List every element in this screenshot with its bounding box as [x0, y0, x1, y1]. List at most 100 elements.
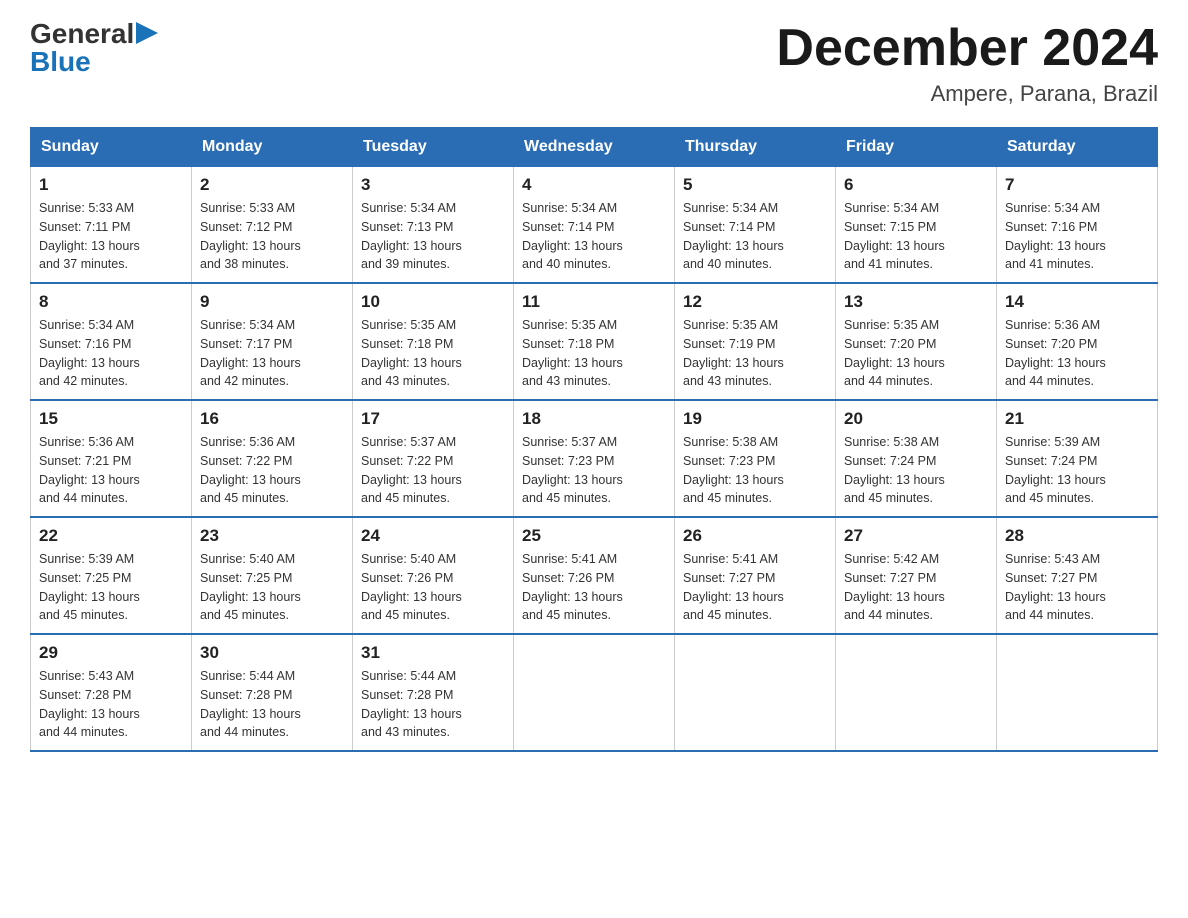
- day-info: Sunrise: 5:41 AMSunset: 7:26 PMDaylight:…: [522, 550, 666, 625]
- day-info: Sunrise: 5:44 AMSunset: 7:28 PMDaylight:…: [200, 667, 344, 742]
- day-cell: 21 Sunrise: 5:39 AMSunset: 7:24 PMDayligh…: [997, 400, 1158, 517]
- day-info: Sunrise: 5:34 AMSunset: 7:14 PMDaylight:…: [683, 199, 827, 274]
- day-cell: 25 Sunrise: 5:41 AMSunset: 7:26 PMDayligh…: [514, 517, 675, 634]
- day-number: 6: [844, 175, 988, 195]
- day-info: Sunrise: 5:40 AMSunset: 7:26 PMDaylight:…: [361, 550, 505, 625]
- week-row-1: 1 Sunrise: 5:33 AMSunset: 7:11 PMDaylight…: [31, 167, 1158, 284]
- day-number: 12: [683, 292, 827, 312]
- day-number: 13: [844, 292, 988, 312]
- day-number: 26: [683, 526, 827, 546]
- day-info: Sunrise: 5:40 AMSunset: 7:25 PMDaylight:…: [200, 550, 344, 625]
- day-number: 20: [844, 409, 988, 429]
- day-cell: 11 Sunrise: 5:35 AMSunset: 7:18 PMDayligh…: [514, 283, 675, 400]
- day-info: Sunrise: 5:33 AMSunset: 7:11 PMDaylight:…: [39, 199, 183, 274]
- day-cell: 30 Sunrise: 5:44 AMSunset: 7:28 PMDayligh…: [192, 634, 353, 751]
- day-cell: 26Sunrise: 5:41 AMSunset: 7:27 PMDayligh…: [675, 517, 836, 634]
- day-cell: 13 Sunrise: 5:35 AMSunset: 7:20 PMDayligh…: [836, 283, 997, 400]
- day-cell: 16Sunrise: 5:36 AMSunset: 7:22 PMDayligh…: [192, 400, 353, 517]
- day-info: Sunrise: 5:34 AMSunset: 7:13 PMDaylight:…: [361, 199, 505, 274]
- day-cell: 10 Sunrise: 5:35 AMSunset: 7:18 PMDayligh…: [353, 283, 514, 400]
- day-number: 11: [522, 292, 666, 312]
- header-sunday: Sunday: [31, 128, 192, 167]
- day-info: Sunrise: 5:38 AMSunset: 7:23 PMDaylight:…: [683, 433, 827, 508]
- day-info: Sunrise: 5:37 AMSunset: 7:22 PMDaylight:…: [361, 433, 505, 508]
- day-number: 30: [200, 643, 344, 663]
- day-cell: 6 Sunrise: 5:34 AMSunset: 7:15 PMDaylight…: [836, 167, 997, 284]
- day-info: Sunrise: 5:36 AMSunset: 7:21 PMDaylight:…: [39, 433, 183, 508]
- day-cell: 29 Sunrise: 5:43 AMSunset: 7:28 PMDayligh…: [31, 634, 192, 751]
- day-number: 31: [361, 643, 505, 663]
- header-wednesday: Wednesday: [514, 128, 675, 167]
- day-number: 21: [1005, 409, 1149, 429]
- day-info: Sunrise: 5:42 AMSunset: 7:27 PMDaylight:…: [844, 550, 988, 625]
- day-info: Sunrise: 5:35 AMSunset: 7:18 PMDaylight:…: [361, 316, 505, 391]
- day-number: 8: [39, 292, 183, 312]
- day-info: Sunrise: 5:43 AMSunset: 7:27 PMDaylight:…: [1005, 550, 1149, 625]
- day-cell: 24 Sunrise: 5:40 AMSunset: 7:26 PMDayligh…: [353, 517, 514, 634]
- day-cell: [675, 634, 836, 751]
- day-cell: 28 Sunrise: 5:43 AMSunset: 7:27 PMDayligh…: [997, 517, 1158, 634]
- day-number: 2: [200, 175, 344, 195]
- header-monday: Monday: [192, 128, 353, 167]
- logo-blue: Blue: [30, 48, 91, 76]
- calendar-subtitle: Ampere, Parana, Brazil: [776, 81, 1158, 107]
- day-number: 15: [39, 409, 183, 429]
- logo-triangle-icon: [136, 22, 158, 44]
- header-friday: Friday: [836, 128, 997, 167]
- day-info: Sunrise: 5:39 AMSunset: 7:24 PMDaylight:…: [1005, 433, 1149, 508]
- day-cell: 31 Sunrise: 5:44 AMSunset: 7:28 PMDayligh…: [353, 634, 514, 751]
- day-cell: 12Sunrise: 5:35 AMSunset: 7:19 PMDayligh…: [675, 283, 836, 400]
- day-info: Sunrise: 5:34 AMSunset: 7:14 PMDaylight:…: [522, 199, 666, 274]
- week-row-3: 15 Sunrise: 5:36 AMSunset: 7:21 PMDayligh…: [31, 400, 1158, 517]
- day-info: Sunrise: 5:34 AMSunset: 7:16 PMDaylight:…: [39, 316, 183, 391]
- day-cell: [514, 634, 675, 751]
- day-number: 24: [361, 526, 505, 546]
- day-cell: 8 Sunrise: 5:34 AMSunset: 7:16 PMDaylight…: [31, 283, 192, 400]
- day-cell: 27 Sunrise: 5:42 AMSunset: 7:27 PMDayligh…: [836, 517, 997, 634]
- day-info: Sunrise: 5:34 AMSunset: 7:15 PMDaylight:…: [844, 199, 988, 274]
- day-info: Sunrise: 5:35 AMSunset: 7:20 PMDaylight:…: [844, 316, 988, 391]
- day-number: 1: [39, 175, 183, 195]
- day-info: Sunrise: 5:36 AMSunset: 7:20 PMDaylight:…: [1005, 316, 1149, 391]
- day-cell: [997, 634, 1158, 751]
- header-saturday: Saturday: [997, 128, 1158, 167]
- calendar-title: December 2024: [776, 20, 1158, 77]
- day-cell: 15 Sunrise: 5:36 AMSunset: 7:21 PMDayligh…: [31, 400, 192, 517]
- day-number: 9: [200, 292, 344, 312]
- day-number: 14: [1005, 292, 1149, 312]
- logo: General Blue: [30, 20, 158, 76]
- day-cell: 14 Sunrise: 5:36 AMSunset: 7:20 PMDayligh…: [997, 283, 1158, 400]
- day-cell: [836, 634, 997, 751]
- day-info: Sunrise: 5:34 AMSunset: 7:17 PMDaylight:…: [200, 316, 344, 391]
- day-cell: 9 Sunrise: 5:34 AMSunset: 7:17 PMDaylight…: [192, 283, 353, 400]
- header-tuesday: Tuesday: [353, 128, 514, 167]
- day-info: Sunrise: 5:43 AMSunset: 7:28 PMDaylight:…: [39, 667, 183, 742]
- day-number: 18: [522, 409, 666, 429]
- calendar-header: SundayMondayTuesdayWednesdayThursdayFrid…: [31, 128, 1158, 167]
- logo-general: General: [30, 20, 134, 48]
- day-info: Sunrise: 5:44 AMSunset: 7:28 PMDaylight:…: [361, 667, 505, 742]
- day-number: 10: [361, 292, 505, 312]
- day-cell: 20Sunrise: 5:38 AMSunset: 7:24 PMDayligh…: [836, 400, 997, 517]
- day-number: 28: [1005, 526, 1149, 546]
- day-number: 3: [361, 175, 505, 195]
- week-row-4: 22Sunrise: 5:39 AMSunset: 7:25 PMDayligh…: [31, 517, 1158, 634]
- day-cell: 22Sunrise: 5:39 AMSunset: 7:25 PMDayligh…: [31, 517, 192, 634]
- day-number: 19: [683, 409, 827, 429]
- calendar-table: SundayMondayTuesdayWednesdayThursdayFrid…: [30, 127, 1158, 752]
- header-row: SundayMondayTuesdayWednesdayThursdayFrid…: [31, 128, 1158, 167]
- day-number: 25: [522, 526, 666, 546]
- day-info: Sunrise: 5:35 AMSunset: 7:18 PMDaylight:…: [522, 316, 666, 391]
- day-number: 23: [200, 526, 344, 546]
- day-cell: 5 Sunrise: 5:34 AMSunset: 7:14 PMDaylight…: [675, 167, 836, 284]
- day-number: 29: [39, 643, 183, 663]
- day-cell: 4Sunrise: 5:34 AMSunset: 7:14 PMDaylight…: [514, 167, 675, 284]
- week-row-5: 29 Sunrise: 5:43 AMSunset: 7:28 PMDayligh…: [31, 634, 1158, 751]
- day-number: 5: [683, 175, 827, 195]
- day-cell: 17Sunrise: 5:37 AMSunset: 7:22 PMDayligh…: [353, 400, 514, 517]
- day-number: 16: [200, 409, 344, 429]
- day-cell: 18Sunrise: 5:37 AMSunset: 7:23 PMDayligh…: [514, 400, 675, 517]
- day-info: Sunrise: 5:33 AMSunset: 7:12 PMDaylight:…: [200, 199, 344, 274]
- day-number: 27: [844, 526, 988, 546]
- page-header: General Blue December 2024 Ampere, Paran…: [30, 20, 1158, 107]
